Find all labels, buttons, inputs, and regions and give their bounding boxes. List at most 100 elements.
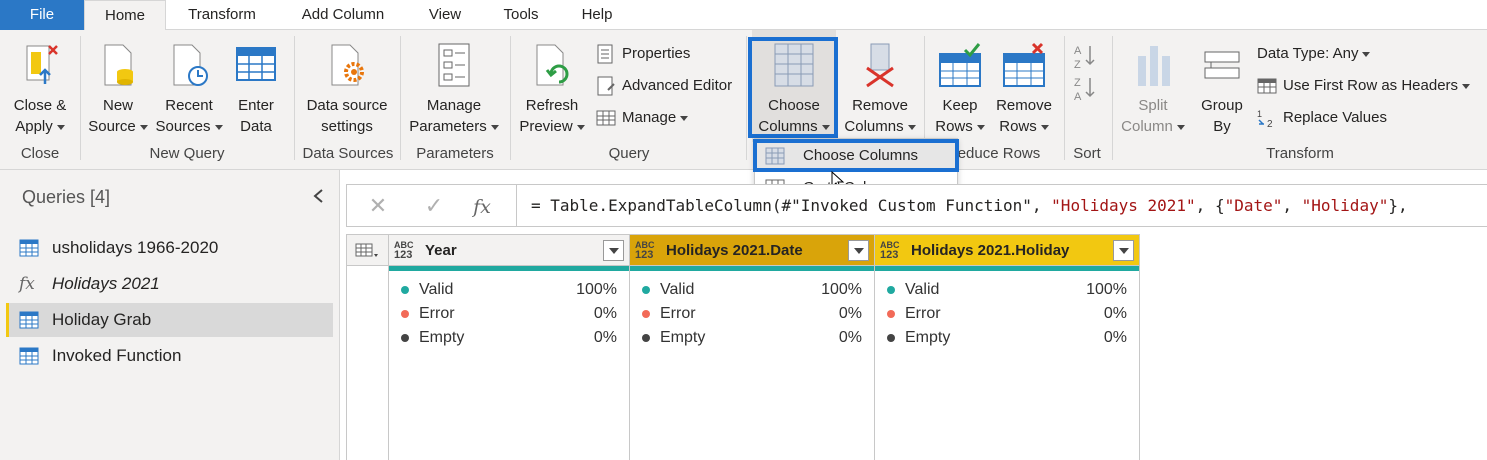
filter-dropdown-icon[interactable] [848, 240, 869, 261]
keep-rows-button[interactable]: Keep Rows [928, 30, 992, 142]
new-source-button[interactable]: New Source [86, 30, 150, 142]
fx-icon[interactable]: fx [469, 193, 495, 219]
tab-tools[interactable]: Tools [494, 0, 548, 30]
properties-button[interactable]: Properties [596, 42, 690, 66]
split-column-button[interactable]: Split Column [1116, 30, 1190, 142]
remove-columns-button[interactable]: Remove Columns [840, 30, 920, 142]
row-number-column [346, 266, 389, 460]
filter-dropdown-icon[interactable] [1113, 240, 1134, 261]
close-apply-label-2: Apply [4, 116, 76, 137]
quality-bar [875, 266, 1139, 271]
advanced-editor-button[interactable]: Advanced Editor [596, 74, 732, 98]
group-label-parameters: Parameters [416, 145, 494, 162]
close-apply-button[interactable]: Close & Apply [4, 30, 76, 142]
group-label-sort: Sort [1073, 145, 1101, 162]
column-header[interactable]: ABC 123 Holidays 2021.Holiday [875, 234, 1139, 266]
table-menu-button[interactable] [346, 234, 389, 266]
manage-button[interactable]: Manage [596, 106, 689, 130]
tab-home[interactable]: Home [84, 0, 166, 31]
enter-data-label-2: Data [240, 118, 272, 135]
recent-sources-label-2: Sources [154, 116, 224, 137]
menu-bar: File Home Transform Add Column View Tool… [0, 0, 1487, 31]
tab-help[interactable]: Help [570, 0, 624, 30]
table-icon [596, 110, 616, 126]
tab-add-column[interactable]: Add Column [290, 0, 396, 30]
svg-text:A: A [1074, 45, 1082, 57]
split-column-icon [1138, 46, 1170, 86]
chevron-down-icon [214, 124, 223, 130]
group-label-transform: Transform [1266, 145, 1334, 162]
keep-rows-label-2: Rows [928, 116, 992, 137]
svg-text:2: 2 [1267, 119, 1273, 128]
tab-view[interactable]: View [418, 0, 472, 30]
chevron-down-icon [1176, 124, 1185, 130]
chevron-down-icon [1040, 124, 1049, 130]
remove-rows-label-2: Rows [992, 116, 1056, 137]
group-by-icon [1204, 51, 1240, 79]
query-item-invoked-function[interactable]: Invoked Function [6, 339, 333, 373]
sort-descending-button[interactable]: ZA [1072, 74, 1104, 102]
quality-empty: Empty 0% [642, 326, 862, 350]
sort-ascending-button[interactable]: AZ [1072, 42, 1104, 70]
quality-bar [389, 266, 629, 271]
group-label-new-query: New Query [149, 145, 225, 162]
chevron-down-icon [976, 124, 985, 130]
query-item-usholidays[interactable]: usholidays 1966-2020 [6, 231, 333, 265]
group-by-label-1: Group [1201, 97, 1243, 114]
chevron-down-icon [490, 124, 499, 130]
column-name: Year [425, 242, 457, 259]
manage-parameters-button[interactable]: Manage Parameters [404, 30, 504, 142]
data-type-dropdown[interactable]: Data Type: Any [1257, 42, 1371, 66]
svg-text:A: A [1074, 91, 1082, 102]
tab-transform[interactable]: Transform [174, 0, 270, 30]
split-column-label-1: Split [1138, 97, 1168, 114]
quality-valid: Valid 100% [401, 278, 617, 302]
table-icon [1257, 78, 1277, 94]
column-name: Holidays 2021.Holiday [911, 242, 1070, 259]
close-apply-icon [26, 45, 58, 84]
quality-error: Error 0% [642, 302, 862, 326]
commit-icon[interactable]: ✓ [421, 193, 447, 219]
refresh-icon [536, 44, 569, 86]
data-source-settings-button[interactable]: Data source settings [298, 30, 396, 142]
tab-file[interactable]: File [0, 0, 84, 30]
filter-dropdown-icon[interactable] [603, 240, 624, 261]
group-divider [510, 36, 511, 160]
table-icon [19, 311, 39, 329]
group-divider [294, 36, 295, 160]
cancel-icon[interactable]: ✕ [365, 193, 391, 219]
query-item-holiday-grab[interactable]: Holiday Grab [6, 303, 333, 337]
column-holidays-2021-date: ABC 123 Holidays 2021.Date Valid 100% Erro… [630, 234, 875, 460]
query-item-holidays-2021[interactable]: fx Holidays 2021 [6, 267, 333, 301]
manage-parameters-label-2: Parameters [404, 116, 504, 137]
quality-error: Error 0% [401, 302, 617, 326]
formula-text[interactable]: = Table.ExpandTableColumn(#"Invoked Cust… [531, 196, 1408, 215]
group-divider [1112, 36, 1113, 160]
enter-data-button[interactable]: Enter Data [226, 30, 286, 142]
column-header[interactable]: ABC 123 Holidays 2021.Date [630, 234, 874, 266]
column-header[interactable]: ABC 123 Year [389, 234, 629, 266]
table-icon [19, 239, 39, 257]
remove-rows-icon [1003, 42, 1045, 87]
remove-columns-icon [866, 43, 894, 88]
chevron-down-icon [1362, 51, 1371, 57]
use-first-row-headers-button[interactable]: Use First Row as Headers [1257, 74, 1471, 98]
function-icon: fx [19, 274, 35, 294]
chevron-down-icon [56, 124, 65, 130]
collapse-icon[interactable] [312, 188, 326, 204]
replace-values-button[interactable]: 1 2 Replace Values [1257, 106, 1387, 130]
data-grid: ABC 123 Year Valid 100% Error 0% Empty 0% AB… [346, 234, 1487, 460]
divider [516, 185, 517, 226]
group-by-label-2: By [1213, 118, 1231, 135]
group-by-button[interactable]: Group By [1192, 30, 1252, 142]
quality-valid: Valid 100% [642, 278, 862, 302]
queries-pane: Queries [4] usholidays 1966-2020 fx Holi… [0, 170, 340, 460]
sort-ascending-icon: AZ [1074, 45, 1095, 70]
remove-rows-button[interactable]: Remove Rows [992, 30, 1056, 142]
group-label-reduce-rows: educe Rows [957, 145, 1041, 162]
refresh-preview-button[interactable]: Refresh Preview [514, 30, 590, 142]
recent-sources-button[interactable]: Recent Sources [154, 30, 224, 142]
group-divider [80, 36, 81, 160]
new-source-icon [104, 44, 133, 86]
ribbon: Close & Apply Close New Source Recent So… [0, 30, 1487, 170]
